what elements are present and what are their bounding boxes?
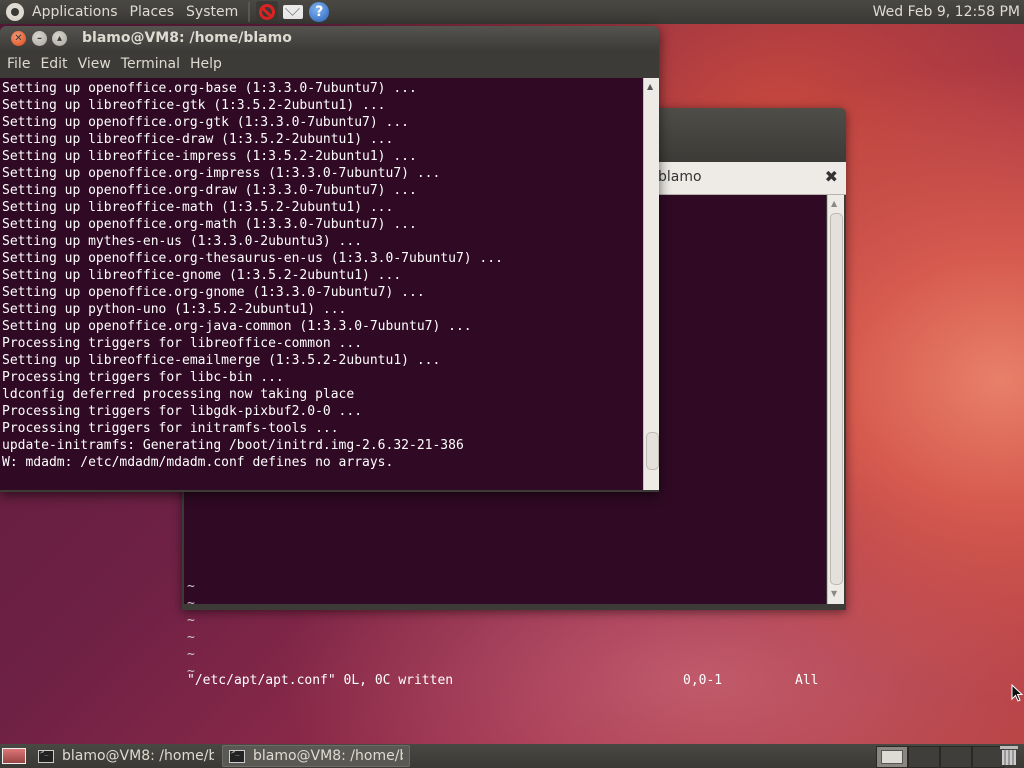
back-scrollbar[interactable]: ▲ ▼ <box>827 195 844 604</box>
terminal-line: Setting up openoffice.org-draw (1:3.3.0-… <box>2 183 417 198</box>
show-desktop-icon[interactable] <box>2 748 26 764</box>
menu-applications[interactable]: Applications <box>26 0 124 24</box>
terminal-menubar: File Edit View Terminal Help <box>0 51 659 77</box>
tilde-line: ~ <box>187 630 195 645</box>
terminal-line: Setting up mythes-en-us (1:3.3.0-2ubuntu… <box>2 234 363 249</box>
workspace-2[interactable] <box>908 746 940 768</box>
terminal-line: Setting up openoffice.org-gtk (1:3.3.0-7… <box>2 115 409 130</box>
terminal-line: Setting up openoffice.org-java-common (1… <box>2 319 472 334</box>
vim-scroll-indicator: All <box>795 673 819 688</box>
scroll-down-icon[interactable]: ▼ <box>831 589 837 598</box>
terminal-icon <box>38 748 54 763</box>
clock[interactable]: Wed Feb 9, 12:58 PM <box>873 0 1022 24</box>
terminal-line: Setting up libreoffice-gtk (1:3.5.2-2ubu… <box>2 98 386 113</box>
no-entry-icon <box>259 4 276 20</box>
vim-status-message: "/etc/apt/apt.conf" 0L, 0C written <box>187 673 454 688</box>
menu-help[interactable]: Help <box>185 56 227 72</box>
taskbar-item-terminal-1[interactable]: blamo@VM8: /home/bl... <box>32 745 220 767</box>
back-tab-title[interactable]: blamo <box>658 169 702 185</box>
front-terminal-window[interactable]: ✕ – ▴ blamo@VM8: /home/blamo File Edit V… <box>0 26 659 492</box>
window-title: blamo@VM8: /home/blamo <box>82 30 292 46</box>
terminal-output[interactable]: Setting up openoffice.org-base (1:3.3.0-… <box>0 78 643 490</box>
menu-places[interactable]: Places <box>124 0 181 24</box>
vim-tilde-lines: ~ ~ ~ ~ ~ ~ <box>187 578 195 680</box>
close-tab-icon[interactable]: ✖ <box>825 167 838 186</box>
terminal-line: Processing triggers for libgdk-pixbuf2.0… <box>2 404 363 419</box>
terminal-line: Setting up libreoffice-gnome (1:3.5.2-2u… <box>2 268 402 283</box>
terminal-line: Setting up python-uno (1:3.5.2-2ubuntu1)… <box>2 302 347 317</box>
terminal-line: Processing triggers for initramfs-tools … <box>2 421 339 436</box>
taskbar-item-label: blamo@VM8: /home/bl... <box>253 748 403 764</box>
terminal-line: Setting up openoffice.org-math (1:3.3.0-… <box>2 217 417 232</box>
close-window-button[interactable]: ✕ <box>11 31 26 46</box>
terminal-scrollbar[interactable]: ▲ <box>643 78 659 490</box>
taskbar-item-terminal-2[interactable]: blamo@VM8: /home/bl... <box>222 745 410 767</box>
maximize-window-button[interactable]: ▴ <box>52 31 67 46</box>
terminal-line: Setting up openoffice.org-base (1:3.3.0-… <box>2 81 417 96</box>
bottom-panel: blamo@VM8: /home/bl... blamo@VM8: /home/… <box>0 744 1024 768</box>
tilde-line: ~ <box>187 596 195 611</box>
minimize-window-button[interactable]: – <box>32 31 47 46</box>
menu-system[interactable]: System <box>180 0 244 24</box>
launcher-help[interactable]: ? <box>308 1 330 23</box>
vim-cursor-position: 0,0-1 <box>683 673 723 688</box>
menu-edit[interactable]: Edit <box>35 56 72 72</box>
terminal-line: Setting up openoffice.org-thesaurus-en-u… <box>2 251 503 266</box>
window-titlebar[interactable]: ✕ – ▴ blamo@VM8: /home/blamo <box>0 26 659 51</box>
terminal-lines: Setting up openoffice.org-base (1:3.3.0-… <box>2 80 503 488</box>
launcher-mail[interactable] <box>282 1 304 23</box>
workspace-switcher <box>876 746 1004 768</box>
terminal-line: Setting up libreoffice-math (1:3.5.2-2ub… <box>2 200 394 215</box>
back-scrollbar-thumb[interactable] <box>830 213 843 585</box>
ubuntu-logo-icon[interactable] <box>6 3 24 21</box>
terminal-line: Setting up openoffice.org-impress (1:3.3… <box>2 166 441 181</box>
mouse-pointer-icon <box>1011 683 1024 706</box>
terminal-line: update-initramfs: Generating /boot/initr… <box>2 438 464 453</box>
scroll-up-icon[interactable]: ▲ <box>647 82 653 91</box>
terminal-prompt-line[interactable] <box>2 471 503 488</box>
menu-file[interactable]: File <box>0 56 35 72</box>
menu-terminal[interactable]: Terminal <box>116 56 185 72</box>
terminal-line: ldconfig deferred processing now taking … <box>2 387 355 402</box>
terminal-line: Setting up libreoffice-emailmerge (1:3.5… <box>2 353 441 368</box>
terminal-icon <box>229 748 245 763</box>
trash-icon[interactable] <box>1000 746 1018 766</box>
terminal-line: Setting up libreoffice-impress (1:3.5.2-… <box>2 149 417 164</box>
workspace-1[interactable] <box>876 746 908 768</box>
launcher-noentry[interactable] <box>256 1 279 23</box>
terminal-line: Setting up openoffice.org-gnome (1:3.3.0… <box>2 285 425 300</box>
terminal-line: Processing triggers for libreoffice-comm… <box>2 336 363 351</box>
tilde-line: ~ <box>187 647 195 662</box>
terminal-scrollbar-thumb[interactable] <box>646 432 659 470</box>
mail-icon <box>283 5 304 19</box>
panel-separator <box>248 2 251 22</box>
menu-view[interactable]: View <box>73 56 116 72</box>
terminal-line: W: mdadm: /etc/mdadm/mdadm.conf defines … <box>2 455 394 470</box>
tilde-line: ~ <box>187 613 195 628</box>
terminal-line: Setting up libreoffice-draw (1:3.5.2-2ub… <box>2 132 394 147</box>
taskbar-item-label: blamo@VM8: /home/bl... <box>62 748 214 764</box>
terminal-line: Processing triggers for libc-bin ... <box>2 370 284 385</box>
scroll-up-icon[interactable]: ▲ <box>831 199 837 208</box>
workspace-3[interactable] <box>940 746 972 768</box>
help-icon: ? <box>309 2 330 22</box>
top-panel: Applications Places System ? Wed Feb 9, … <box>0 0 1024 24</box>
tilde-line: ~ <box>187 579 195 594</box>
